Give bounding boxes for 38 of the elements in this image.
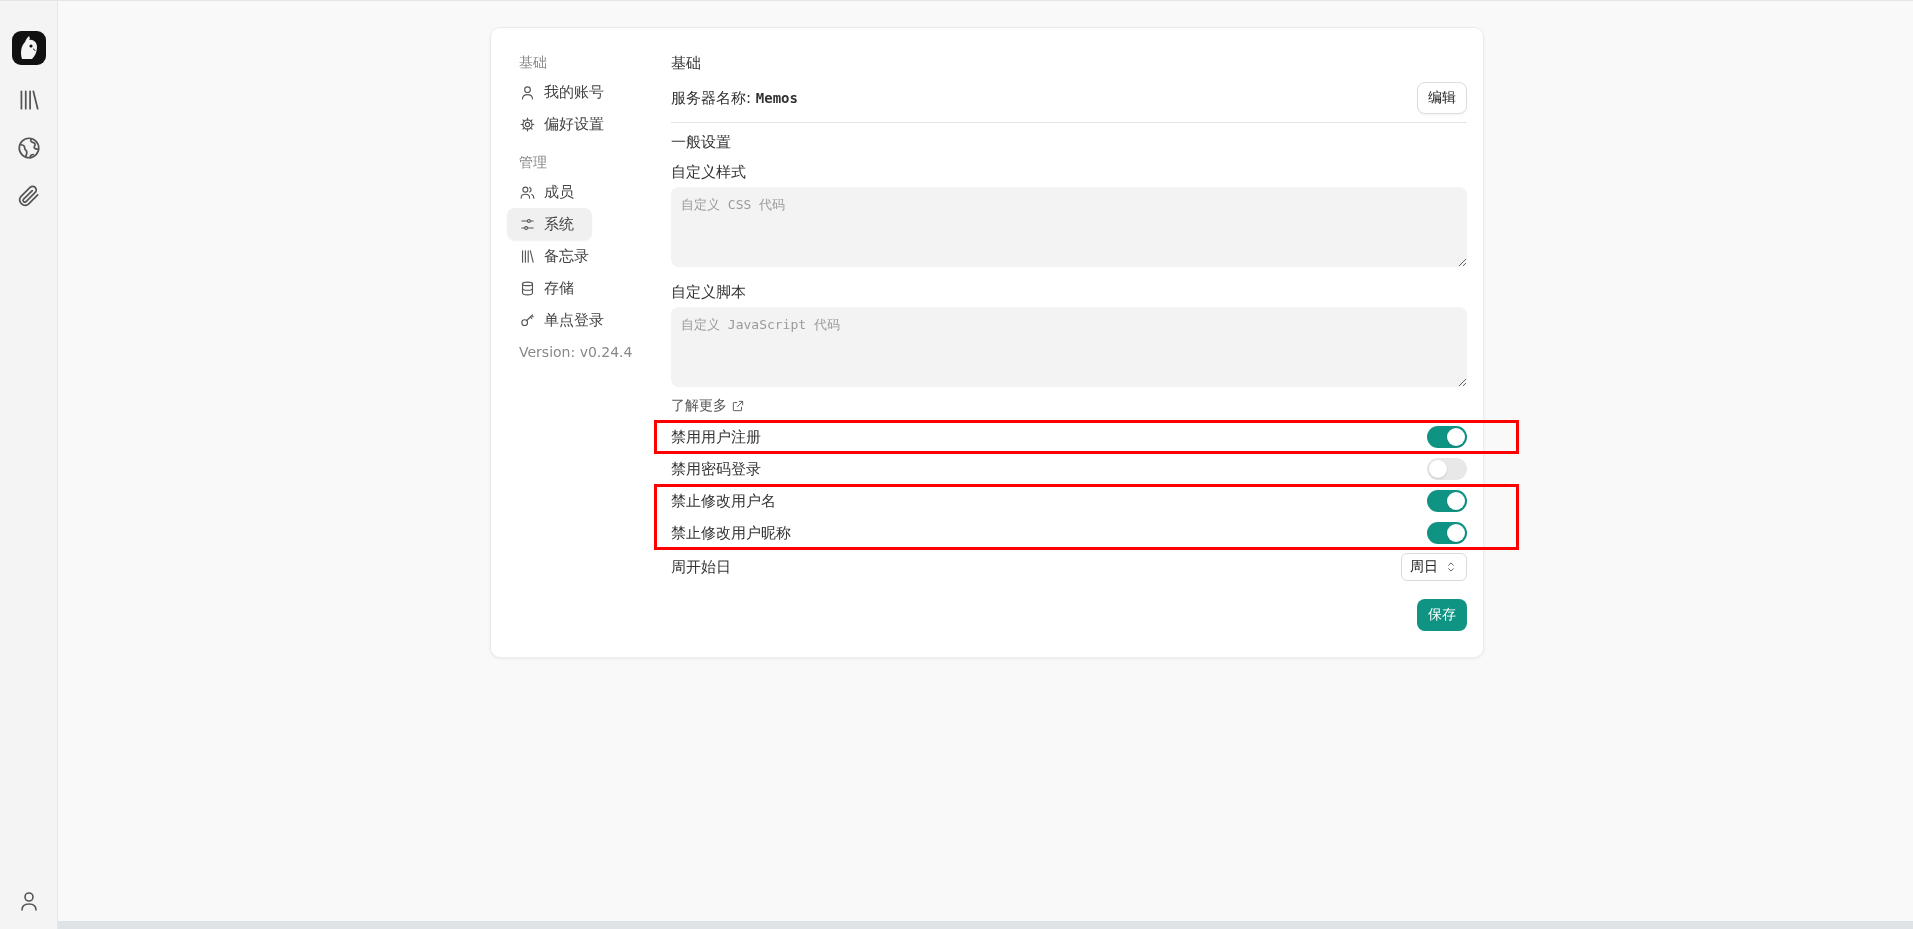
toggle-switch[interactable] — [1427, 458, 1467, 480]
week-start-select[interactable]: 周日 — [1401, 553, 1467, 581]
setting-label: 禁用用户注册 — [671, 427, 761, 447]
setting-label: 禁用密码登录 — [671, 459, 761, 479]
nav-section-heading: 基础 — [518, 53, 548, 72]
external-link-icon — [731, 399, 745, 413]
bird-logo-icon[interactable] — [11, 31, 46, 65]
code-textarea[interactable]: 自定义 JavaScript 代码 — [671, 307, 1467, 387]
toggle-switch[interactable] — [1427, 426, 1467, 448]
nav-item[interactable]: 系统 — [507, 208, 592, 240]
nav-section-heading: 管理 — [518, 153, 548, 172]
setting-label: 周开始日 — [671, 557, 731, 577]
person-icon — [519, 83, 536, 101]
nav-item[interactable]: 单点登录 — [507, 304, 616, 336]
field-label: 自定义脚本 — [671, 282, 747, 303]
nav-item[interactable]: 存储 — [507, 272, 586, 304]
toggle-switch[interactable] — [1427, 490, 1467, 512]
gear-icon — [519, 115, 536, 133]
nav-item[interactable]: 成员 — [507, 176, 586, 208]
toggle-switch[interactable] — [1427, 522, 1467, 544]
setting-label: 禁止修改用户昵称 — [671, 523, 791, 543]
edit-button[interactable]: 编辑 — [1417, 82, 1467, 114]
field-label: 自定义样式 — [671, 162, 747, 183]
save-button[interactable]: 保存 — [1417, 599, 1467, 631]
globe-icon[interactable] — [15, 135, 42, 161]
server-name-text: 服务器名称: Memos — [671, 88, 798, 108]
section-heading: 一般设置 — [671, 132, 732, 153]
library-icon — [519, 247, 536, 265]
key-icon — [519, 311, 536, 329]
setting-label: 禁止修改用户名 — [671, 491, 776, 511]
nav-item[interactable]: 偏好设置 — [507, 108, 616, 140]
nav-item[interactable]: 备忘录 — [507, 240, 601, 272]
version-text: Version: v0.24.4 — [518, 344, 634, 360]
learn-more-link[interactable]: 了解更多 — [671, 395, 745, 417]
database-icon — [519, 279, 536, 297]
section-heading: 基础 — [671, 53, 702, 74]
nav-item[interactable]: 我的账号 — [507, 76, 616, 108]
code-textarea[interactable]: 自定义 CSS 代码 — [671, 187, 1467, 267]
